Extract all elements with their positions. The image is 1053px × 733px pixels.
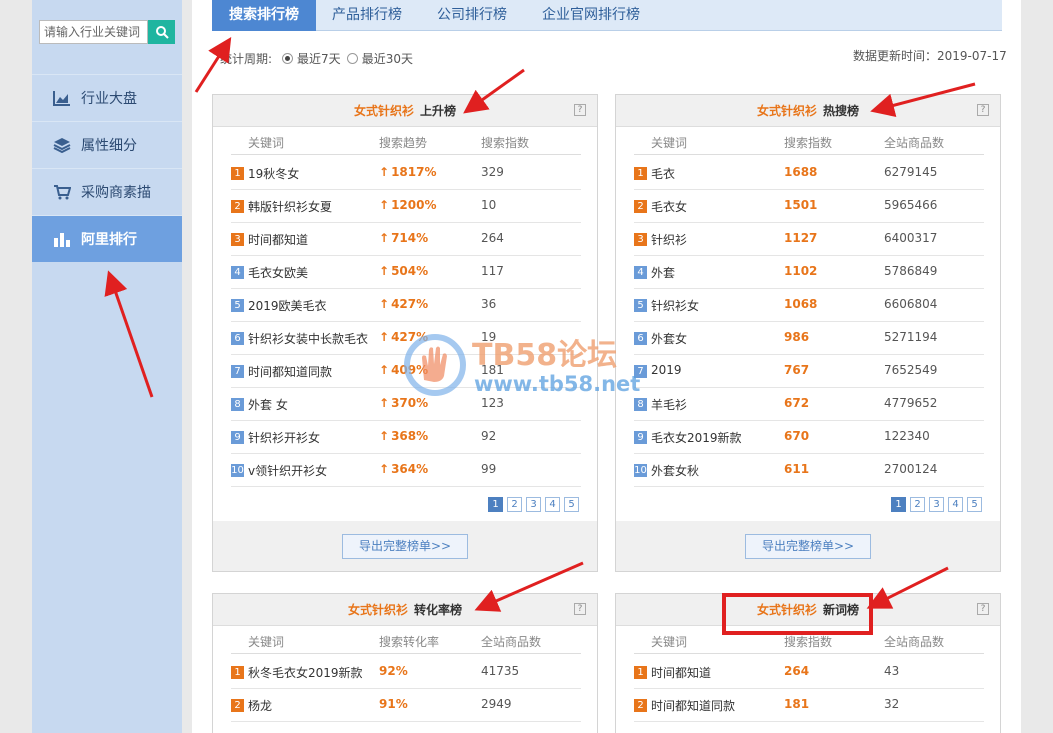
annotation-arrow: [866, 566, 949, 609]
highlight-box: [722, 593, 873, 635]
annotation-arrow: [194, 36, 232, 93]
annotation-arrow: [463, 68, 525, 114]
annotation-overlay: [104, 36, 976, 635]
annotation-arrow: [870, 82, 976, 118]
annotation-arrow: [104, 270, 154, 398]
annotation-arrow: [474, 561, 584, 612]
